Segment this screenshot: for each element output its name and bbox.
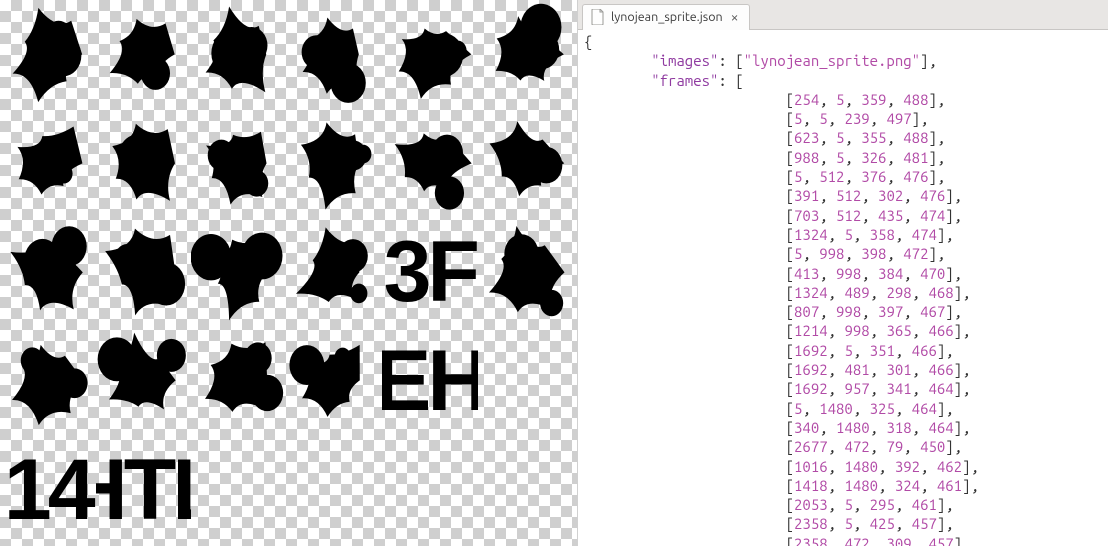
sprite-tile: [478, 218, 574, 327]
editor-pane: lynojean_sprite.json × { "images": ["lyn…: [577, 0, 1108, 546]
sprite-tile: [191, 0, 287, 109]
sprite-preview-pane: 3FEH 14HTL: [0, 0, 577, 546]
sprite-tile: [0, 0, 96, 109]
sprite-tile: [0, 326, 96, 435]
sprite-glyph-grid: 3FEH 14HTL: [0, 0, 577, 546]
sprite-tile: 14: [0, 435, 96, 544]
sprite-tile: [287, 218, 383, 327]
sprite-tile: [478, 326, 574, 435]
sprite-tile: [287, 435, 383, 544]
sprite-tile: [478, 435, 574, 544]
sprite-tile: [191, 435, 287, 544]
code-editor[interactable]: { "images": ["lynojean_sprite.png"], "fr…: [578, 30, 1108, 546]
sprite-tile: [96, 0, 192, 109]
sprite-tile: [96, 326, 192, 435]
sprite-tile: [96, 109, 192, 218]
close-icon[interactable]: ×: [729, 10, 741, 24]
sprite-tile: [382, 109, 478, 218]
sprite-tile: [191, 218, 287, 327]
tab-filename: lynojean_sprite.json: [611, 10, 723, 24]
sprite-tile: 3F: [382, 218, 478, 327]
file-icon: [591, 9, 605, 25]
sprite-tile: [96, 218, 192, 327]
sprite-tile: [191, 326, 287, 435]
tab-bar: lynojean_sprite.json ×: [578, 0, 1108, 30]
tab-lynojean-sprite-json[interactable]: lynojean_sprite.json ×: [582, 4, 750, 30]
sprite-tile: [382, 435, 478, 544]
sprite-tile: [0, 218, 96, 327]
sprite-tile: [478, 0, 574, 109]
sprite-tile: [478, 109, 574, 218]
sprite-tile: [287, 0, 383, 109]
sprite-tile: [0, 109, 96, 218]
sprite-tile: [287, 326, 383, 435]
sprite-tile: HTL: [96, 435, 192, 544]
sprite-tile: EH: [382, 326, 478, 435]
sprite-tile: [287, 109, 383, 218]
sprite-tile: [191, 109, 287, 218]
sprite-tile: [382, 0, 478, 109]
